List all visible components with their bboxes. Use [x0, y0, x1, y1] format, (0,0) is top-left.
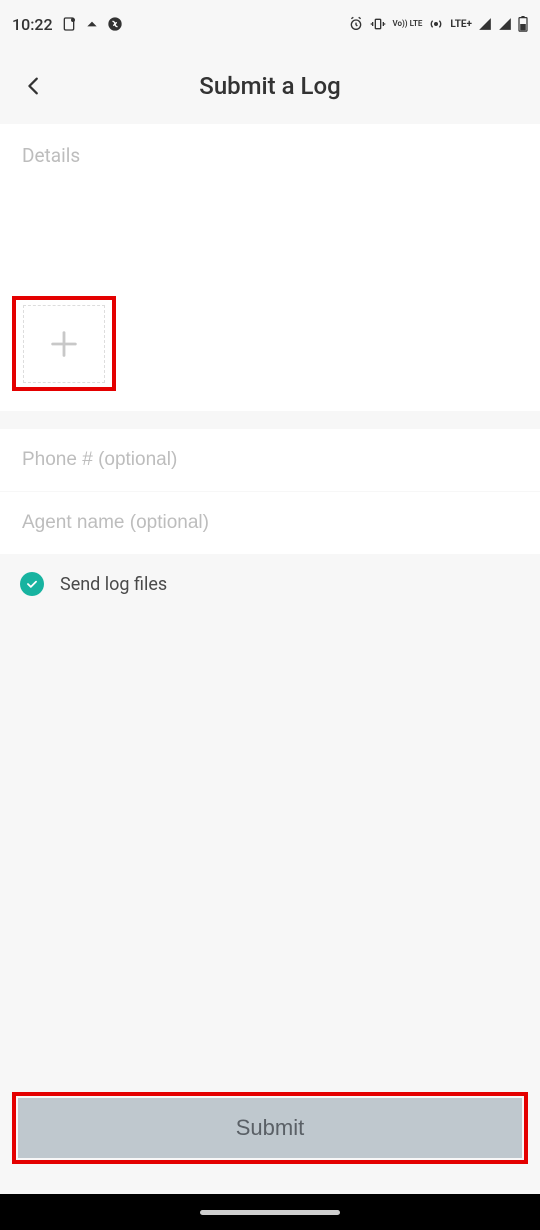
submit-label: Submit — [236, 1115, 304, 1141]
shazam-icon — [107, 16, 123, 32]
details-field-container[interactable]: Details — [0, 124, 540, 284]
gesture-handle[interactable] — [200, 1210, 340, 1215]
vibrate-icon — [370, 16, 386, 32]
back-button[interactable] — [20, 72, 48, 100]
volte-icon: Vo)) LTE — [392, 20, 422, 28]
app-header: Submit a Log — [0, 48, 540, 124]
signal-icon-2 — [498, 17, 512, 31]
send-logs-row[interactable]: Send log files — [0, 554, 540, 614]
alarm-icon — [348, 16, 364, 32]
signal-icon-1 — [478, 17, 492, 31]
plus-icon — [47, 327, 81, 361]
add-attachment-button[interactable] — [23, 305, 105, 383]
details-placeholder: Details — [22, 144, 518, 167]
tutorial-highlight-add — [12, 296, 116, 391]
lte-label: LTE+ — [450, 19, 472, 30]
status-bar: 10:22 Vo)) LTE LTE+ — [0, 0, 540, 48]
notification-icon-1 — [61, 16, 77, 32]
phone-row — [0, 429, 540, 492]
submit-button[interactable]: Submit — [18, 1098, 522, 1158]
phone-input[interactable] — [22, 449, 518, 471]
android-nav-bar — [0, 1194, 540, 1230]
page-title: Submit a Log — [199, 72, 340, 100]
send-logs-label: Send log files — [60, 574, 167, 595]
status-time: 10:22 — [12, 15, 53, 34]
battery-icon — [518, 16, 528, 32]
tutorial-highlight-submit: Submit — [12, 1092, 528, 1164]
checkbox-checked-icon — [20, 572, 44, 596]
chevron-up-icon — [85, 17, 99, 31]
submit-section: Submit — [0, 1082, 540, 1194]
hotspot-icon — [428, 16, 444, 32]
agent-row — [0, 492, 540, 554]
agent-name-input[interactable] — [22, 512, 518, 534]
attachment-section — [0, 284, 540, 411]
